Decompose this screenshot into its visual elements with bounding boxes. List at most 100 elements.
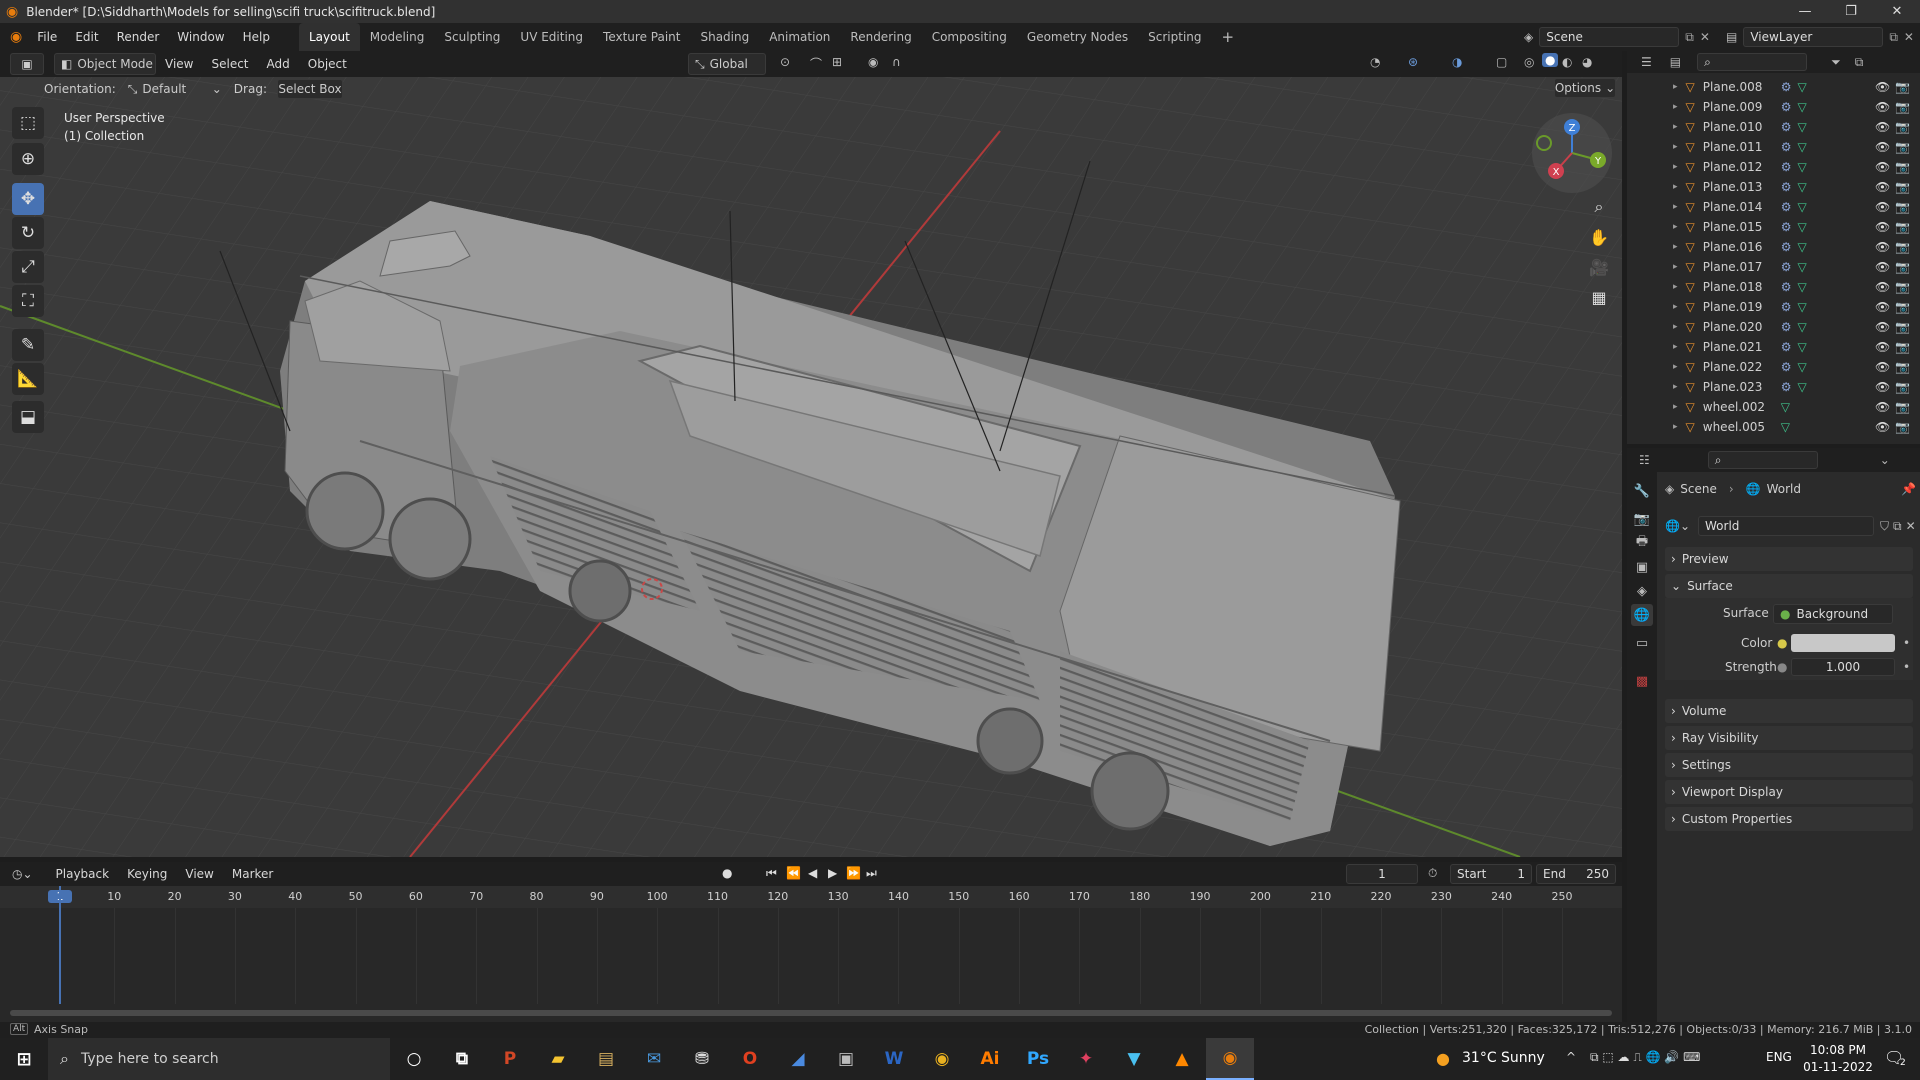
expand-arrow-icon[interactable]: ▸ xyxy=(1673,322,1678,332)
chevron-up-icon[interactable]: ^ xyxy=(1566,1050,1576,1064)
remove-view-layer-icon[interactable]: ✕ xyxy=(1904,30,1914,44)
weather-text[interactable]: 31°C Sunny xyxy=(1462,1050,1545,1066)
tab-compositing[interactable]: Compositing xyxy=(922,23,1017,51)
camera-icon[interactable]: 📷 xyxy=(1895,340,1910,354)
viewport-display-panel-header[interactable]: › Viewport Display xyxy=(1665,780,1913,804)
surface-panel-header[interactable]: ⌄ Surface xyxy=(1665,574,1913,598)
windows-start-button[interactable]: ⊞ xyxy=(0,1038,48,1080)
camera-icon[interactable]: 📷 xyxy=(1895,300,1910,314)
expand-arrow-icon[interactable]: ▸ xyxy=(1673,202,1678,212)
maximize-button[interactable]: ❐ xyxy=(1828,0,1874,23)
new-collection-icon[interactable]: ⧉ xyxy=(1855,55,1864,70)
transform-tool[interactable]: ⛶ xyxy=(12,285,44,317)
texture-tab[interactable]: ▩ xyxy=(1631,670,1653,692)
move-tool[interactable]: ✥ xyxy=(12,183,44,215)
language-indicator[interactable]: ENG xyxy=(1766,1050,1792,1064)
outliner-row[interactable]: ▸ ▽ Plane.019 ⚙ ▽ 👁 📷 xyxy=(1627,297,1920,317)
remove-scene-icon[interactable]: ✕ xyxy=(1700,30,1710,44)
eye-icon[interactable]: 👁 xyxy=(1875,220,1890,234)
expand-arrow-icon[interactable]: ▸ xyxy=(1673,142,1678,152)
eye-icon[interactable]: 👁 xyxy=(1875,200,1890,214)
camera-icon[interactable]: 📷 xyxy=(1895,80,1910,94)
preview-panel-header[interactable]: › Preview xyxy=(1665,547,1913,571)
tab-layout[interactable]: Layout xyxy=(298,23,360,51)
record-icon[interactable]: ● xyxy=(722,866,732,880)
tab-rendering[interactable]: Rendering xyxy=(840,23,921,51)
viewport-menu-view[interactable]: View xyxy=(156,51,202,78)
scene-tab[interactable]: ◈ xyxy=(1631,580,1653,602)
outliner-row[interactable]: ▸ ▽ Plane.016 ⚙ ▽ 👁 📷 xyxy=(1627,237,1920,257)
camera-icon[interactable]: 📷 xyxy=(1895,400,1910,414)
eye-icon[interactable]: 👁 xyxy=(1875,420,1890,434)
camera-icon[interactable]: 📷 xyxy=(1895,120,1910,134)
tab-shading[interactable]: Shading xyxy=(690,23,759,51)
expand-arrow-icon[interactable]: ▸ xyxy=(1673,282,1678,292)
tab-modeling[interactable]: Modeling xyxy=(360,23,435,51)
navigation-gizmo[interactable]: Z Y X xyxy=(1532,113,1612,193)
menu-render[interactable]: Render xyxy=(108,23,169,51)
expand-arrow-icon[interactable]: ▸ xyxy=(1673,162,1678,172)
menu-help[interactable]: Help xyxy=(234,23,279,51)
menu-edit[interactable]: Edit xyxy=(66,23,107,51)
scene-selector[interactable]: Scene xyxy=(1539,27,1680,47)
timeline-scrollbar[interactable] xyxy=(10,1010,1612,1016)
expand-arrow-icon[interactable]: ▸ xyxy=(1673,242,1678,252)
camera-icon[interactable]: 📷 xyxy=(1895,420,1910,434)
close-button[interactable]: ✕ xyxy=(1874,0,1920,23)
camera-icon[interactable]: 📷 xyxy=(1895,280,1910,294)
illustrator-icon[interactable]: Ai xyxy=(966,1038,1014,1080)
camera-view-button[interactable]: 🎥 xyxy=(1586,254,1612,280)
options-dropdown[interactable]: Options ⌄ xyxy=(1554,78,1616,98)
wireframe-shading-icon[interactable]: ◎ xyxy=(1524,55,1534,69)
outliner-row[interactable]: ▸ ▽ Plane.021 ⚙ ▽ 👁 📷 xyxy=(1627,337,1920,357)
outliner-row[interactable]: ▸ ▽ wheel.002 ▽ 👁 📷 xyxy=(1627,397,1920,417)
eye-icon[interactable]: 👁 xyxy=(1875,300,1890,314)
stopwatch-icon[interactable]: ⏱ xyxy=(1428,866,1437,881)
keyframe-dot-icon[interactable]: • xyxy=(1903,660,1910,674)
outliner-row[interactable]: ▸ ▽ Plane.018 ⚙ ▽ 👁 📷 xyxy=(1627,277,1920,297)
outliner-row[interactable]: ▸ ▽ Plane.017 ⚙ ▽ 👁 📷 xyxy=(1627,257,1920,277)
camera-icon[interactable]: 📷 xyxy=(1895,360,1910,374)
weather-icon[interactable]: ● xyxy=(1436,1049,1450,1068)
jump-start-icon[interactable]: ⏮ xyxy=(766,866,777,881)
menu-window[interactable]: Window xyxy=(168,23,233,51)
app-icon-multicolor[interactable]: ✦ xyxy=(1062,1038,1110,1080)
expand-arrow-icon[interactable]: ▸ xyxy=(1673,342,1678,352)
world-datablock-field[interactable]: World xyxy=(1698,516,1874,536)
snap-icon[interactable]: ⌒ xyxy=(810,55,822,72)
eye-icon[interactable]: 👁 xyxy=(1875,120,1890,134)
properties-editor-icon[interactable]: ☷ xyxy=(1639,453,1650,467)
word-icon[interactable]: W xyxy=(870,1038,918,1080)
mode-selector[interactable]: ◧ Object Mode xyxy=(54,53,156,75)
display-mode-icon[interactable]: ▤ xyxy=(1670,55,1681,69)
viewport-menu-select[interactable]: Select xyxy=(202,51,257,78)
task-view-icon[interactable]: ⧉ xyxy=(438,1038,486,1080)
eye-icon[interactable]: 👁 xyxy=(1875,240,1890,254)
clock-time[interactable]: 10:08 PM xyxy=(1806,1043,1870,1057)
expand-arrow-icon[interactable]: ▸ xyxy=(1673,102,1678,112)
outliner-row[interactable]: ▸ ▽ Plane.015 ⚙ ▽ 👁 📷 xyxy=(1627,217,1920,237)
drag-dropdown[interactable]: Select Box xyxy=(276,79,343,99)
eye-icon[interactable]: 👁 xyxy=(1875,100,1890,114)
falloff-icon[interactable]: ∩ xyxy=(892,55,901,69)
app-icon-blue[interactable]: ◢ xyxy=(774,1038,822,1080)
eye-icon[interactable]: 👁 xyxy=(1875,340,1890,354)
minimize-button[interactable]: — xyxy=(1782,0,1828,23)
expand-arrow-icon[interactable]: ▸ xyxy=(1673,262,1678,272)
collection-tab[interactable]: ▭ xyxy=(1631,632,1653,654)
world-icon[interactable]: 🌐⌄ xyxy=(1665,519,1690,533)
eye-icon[interactable]: 👁 xyxy=(1875,280,1890,294)
material-shading-icon[interactable]: ◐ xyxy=(1562,55,1572,69)
color-swatch[interactable] xyxy=(1791,634,1895,652)
cortana-icon[interactable]: ○ xyxy=(390,1038,438,1080)
ray-visibility-panel-header[interactable]: › Ray Visibility xyxy=(1665,726,1913,750)
xray-icon[interactable]: ▢ xyxy=(1496,55,1507,69)
prev-keyframe-icon[interactable]: ⏪ xyxy=(786,866,801,880)
outliner-row[interactable]: ▸ ▽ Plane.012 ⚙ ▽ 👁 📷 xyxy=(1627,157,1920,177)
powerpoint-icon[interactable]: P xyxy=(486,1038,534,1080)
start-frame-field[interactable]: Start 1 xyxy=(1450,864,1532,884)
view-layer-icon[interactable]: ▤ xyxy=(1726,30,1737,44)
view-layer-selector[interactable]: ViewLayer xyxy=(1743,27,1884,47)
vlc-icon[interactable]: ▲ xyxy=(1158,1038,1206,1080)
outliner-row[interactable]: ▸ ▽ Plane.011 ⚙ ▽ 👁 📷 xyxy=(1627,137,1920,157)
